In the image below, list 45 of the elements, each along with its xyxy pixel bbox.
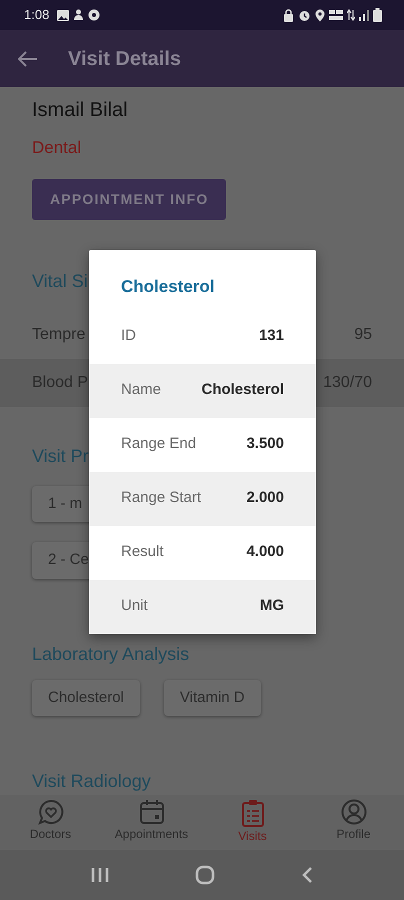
notification-icon: [73, 9, 84, 21]
vital-value: 95: [354, 324, 372, 344]
home-icon[interactable]: [195, 865, 215, 885]
detail-label: Name: [121, 380, 162, 400]
data-arrows-icon: [347, 9, 355, 21]
detail-label: Unit: [121, 596, 148, 616]
status-time: 1:08: [24, 6, 50, 24]
department-label: Dental: [32, 137, 82, 159]
heart-chat-icon: [38, 799, 64, 825]
vital-label: Tempre: [32, 324, 86, 344]
detail-value: 2.000: [246, 488, 284, 508]
section-heading: Laboratory Analysis: [32, 642, 190, 666]
detail-value: 131: [258, 326, 284, 346]
lab-chip[interactable]: Cholesterol: [32, 680, 140, 716]
alarm-icon: [298, 8, 311, 22]
appointment-info-button[interactable]: APPOINTMENT INFO: [32, 178, 226, 220]
patient-name: Ismail Bilal: [32, 98, 128, 123]
section-heading: Visit Radiology: [32, 770, 151, 793]
signal-icon: [359, 10, 369, 20]
location-icon: [315, 8, 325, 22]
clipboard-icon: [240, 799, 264, 827]
detail-value: Cholesterol: [201, 380, 284, 400]
detail-label: ID: [121, 326, 136, 346]
detail-label: Range End: [121, 434, 196, 454]
detail-label: Result: [121, 542, 164, 562]
detail-value: MG: [260, 596, 284, 616]
battery-icon: [373, 8, 382, 22]
calendar-icon: [138, 799, 164, 825]
network-icon: [329, 9, 343, 21]
back-arrow-icon[interactable]: [18, 50, 38, 66]
screen-title: Visit Details: [68, 46, 182, 72]
detail-label: Range Start: [121, 488, 202, 508]
back-icon[interactable]: [301, 866, 313, 884]
lock-icon: [283, 8, 294, 22]
image-icon: [57, 10, 70, 20]
detail-value: 4.000: [246, 542, 284, 562]
dialog-title: Cholesterol: [120, 276, 216, 298]
profile-icon: [340, 799, 366, 825]
circle-icon: [88, 9, 100, 21]
detail-value: 3.500: [246, 434, 284, 454]
section-heading: Visit Pr: [32, 444, 89, 468]
section-heading: Vital Si: [32, 270, 88, 292]
lab-chip[interactable]: Vitamin D: [164, 680, 261, 716]
recent-apps-icon[interactable]: [91, 867, 109, 883]
nav-tab[interactable]: Visits: [202, 795, 303, 850]
